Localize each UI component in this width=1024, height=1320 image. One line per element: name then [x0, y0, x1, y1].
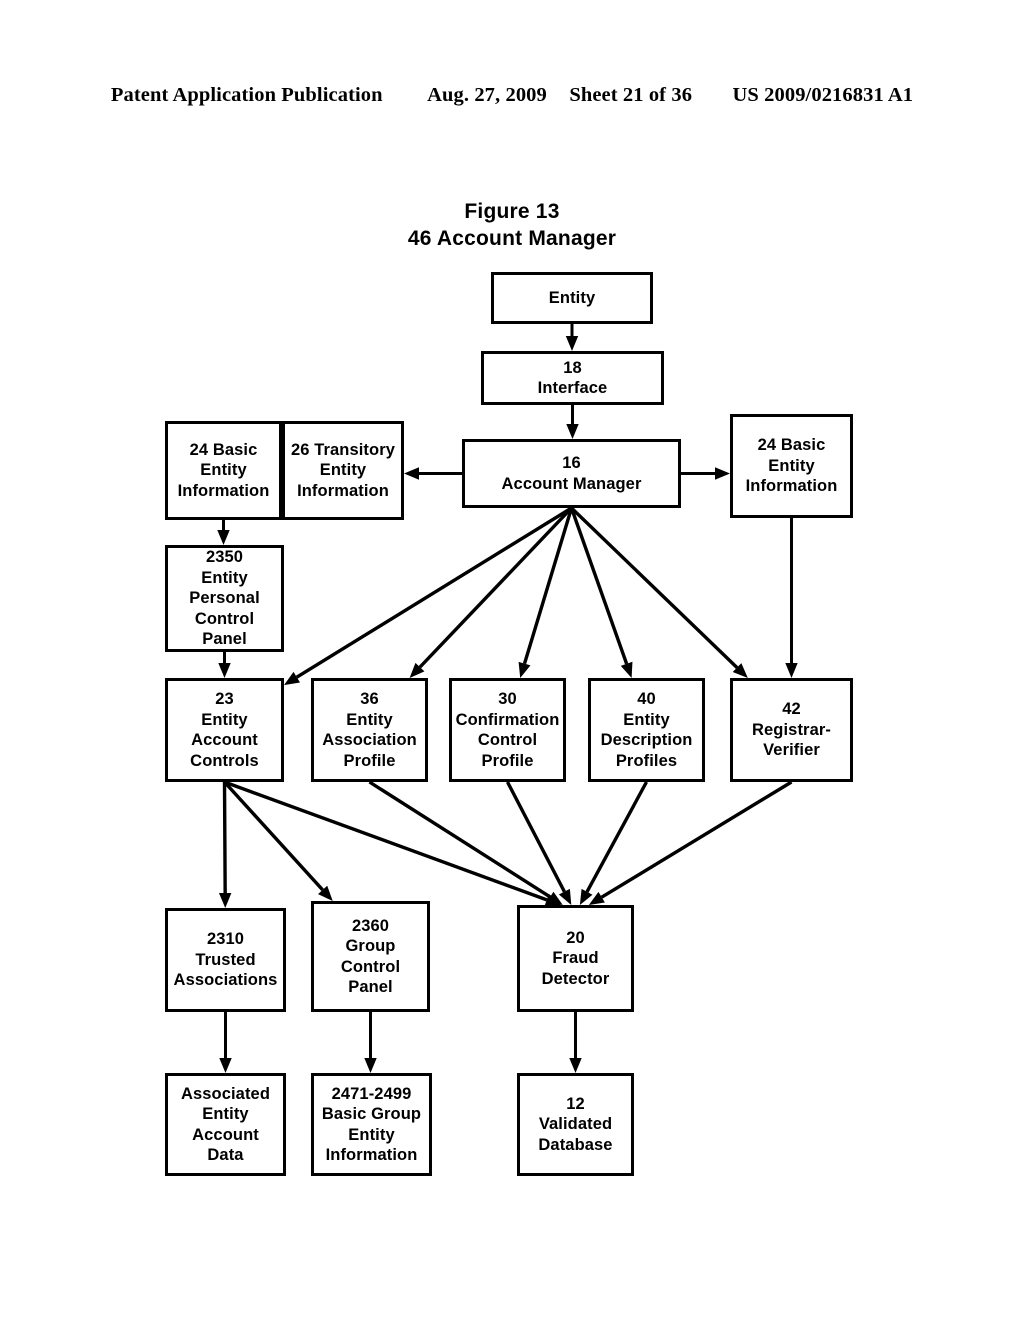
- node-label: 26 Transitory Entity Information: [290, 440, 395, 500]
- flowchart-connectors: [217, 324, 798, 1073]
- node-label: 2360 Group Control Panel: [340, 916, 401, 997]
- node-basic24_left: 24 Basic Entity Information: [165, 421, 282, 520]
- node-basic24_right: 24 Basic Entity Information: [730, 414, 853, 518]
- flowchart-diagram: Entity 18 Interface 24 Basic Entity Inform…: [0, 0, 1024, 1320]
- node-label: 23 Entity Account Controls: [190, 690, 259, 770]
- node-regver42: 42 Registrar- Verifier: [730, 678, 853, 782]
- node-eac23: 23 Entity Account Controls: [165, 678, 284, 782]
- node-ccp30: 30 Confirmation Control Profile: [449, 678, 566, 782]
- node-label: Entity: [548, 288, 596, 307]
- node-label: 42 Registrar- Verifier: [752, 700, 831, 760]
- node-trusted2310: 2310 Trusted Associations: [165, 908, 286, 1012]
- node-transitory26: 26 Transitory Entity Information: [282, 421, 404, 520]
- node-epcp2350: 2350 Entity Personal Control Panel: [165, 545, 284, 652]
- node-label: 24 Basic Entity Information: [745, 436, 838, 496]
- node-label: 2471-2499 Basic Group Entity Information: [321, 1084, 422, 1165]
- node-acct_mgr16: 16 Account Manager: [462, 439, 681, 508]
- node-label: 18 Interface: [537, 358, 608, 398]
- node-assoc_data: Associated Entity Account Data: [165, 1073, 286, 1176]
- node-gcp2360: 2360 Group Control Panel: [311, 901, 430, 1012]
- node-interface: 18 Interface: [481, 351, 664, 405]
- node-label: 12 Validated Database: [538, 1094, 613, 1154]
- patent-page: Patent Application Publication Aug. 27, …: [0, 0, 1024, 1320]
- node-label: Associated Entity Account Data: [180, 1084, 271, 1165]
- node-label: 24 Basic Entity Information: [177, 440, 270, 500]
- node-label: 40 Entity Description Profiles: [600, 690, 693, 770]
- node-label: 2350 Entity Personal Control Panel: [189, 548, 260, 649]
- node-edp40: 40 Entity Description Profiles: [588, 678, 705, 782]
- node-fraud20: 20 Fraud Detector: [517, 905, 634, 1012]
- node-bgei2471: 2471-2499 Basic Group Entity Information: [311, 1073, 432, 1176]
- node-label: 36 Entity Association Profile: [322, 690, 417, 770]
- node-label: 2310 Trusted Associations: [173, 930, 278, 990]
- node-eap36: 36 Entity Association Profile: [311, 678, 428, 782]
- node-label: 16 Account Manager: [501, 454, 642, 493]
- node-valdb12: 12 Validated Database: [517, 1073, 634, 1176]
- node-label: 20 Fraud Detector: [541, 928, 610, 988]
- node-label: 30 Confirmation Control Profile: [455, 690, 560, 770]
- node-entity: Entity: [491, 272, 653, 324]
